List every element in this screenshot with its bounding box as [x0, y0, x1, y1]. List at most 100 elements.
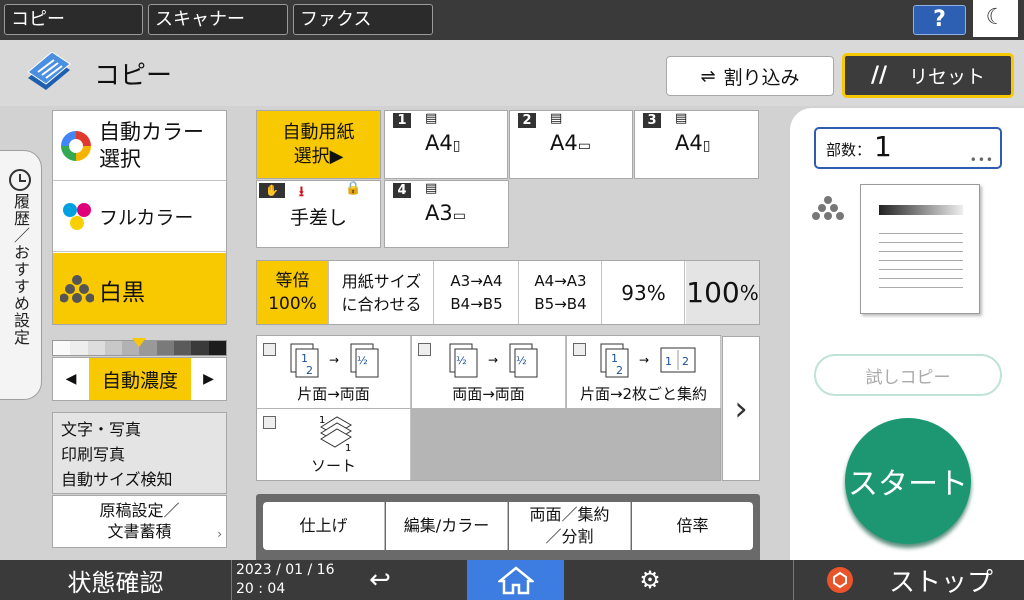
- svg-text:2: 2: [616, 364, 623, 377]
- black-white-button[interactable]: 白黒: [53, 253, 226, 324]
- full-color-button[interactable]: フルカラー: [53, 182, 226, 252]
- density-decrease-button[interactable]: ◀: [53, 358, 89, 400]
- paper-tray-2[interactable]: 2 ▤ A4▭: [509, 110, 633, 179]
- duplex-combine-tab[interactable]: 両面／集約／分割: [509, 502, 631, 550]
- more-icon: •••: [969, 153, 994, 167]
- checkbox[interactable]: [263, 416, 276, 429]
- bypass-tray-button[interactable]: ✋ ⭳ 🔒 手差し: [256, 180, 381, 248]
- copies-value: 1: [874, 130, 892, 163]
- status-check-button[interactable]: 状態確認: [0, 560, 232, 600]
- paper-tray-1[interactable]: 1 ▤ A4▯: [384, 110, 508, 179]
- checkbox[interactable]: [418, 343, 431, 356]
- mode-1to2-sided[interactable]: 12 → ½ 片面→両面: [257, 336, 411, 408]
- ratio-100-button[interactable]: 等倍 100%: [257, 261, 329, 324]
- auto-density-button[interactable]: 自動濃度: [89, 358, 191, 400]
- history-tab-label: 履歴／おすすめ設定: [11, 193, 30, 346]
- back-button[interactable]: ↩: [345, 560, 415, 600]
- original-type-printed-photo: 印刷写真: [61, 445, 126, 464]
- interrupt-label: 割り込み: [723, 66, 800, 89]
- ratio-93-button[interactable]: 93%: [603, 261, 685, 324]
- black-white-icon: [60, 275, 94, 303]
- auto-color-button[interactable]: 自動カラー 選択: [53, 111, 226, 181]
- interrupt-button[interactable]: ⇌ 割り込み: [666, 56, 834, 96]
- paper-tray-4[interactable]: 4 ▤ A3▭: [384, 180, 509, 248]
- home-button[interactable]: [467, 560, 564, 600]
- help-button[interactable]: ?: [913, 5, 966, 35]
- chevron-right-icon: ›: [734, 388, 748, 429]
- tab-copy[interactable]: コピー: [4, 4, 143, 35]
- chevron-right-icon: ›: [217, 527, 222, 541]
- mode-2to2-sided[interactable]: ½ → ½ 両面→両面: [412, 336, 566, 408]
- auto-color-label-line1: 自動カラー: [99, 120, 204, 144]
- reduce-preset-line2: B4→B5: [450, 294, 503, 313]
- mode-label: ソート: [310, 457, 356, 475]
- original-settings-button[interactable]: 原稿設定／ 文書蓄積 ›: [52, 495, 227, 548]
- checkbox[interactable]: [263, 343, 276, 356]
- history-tab[interactable]: 履歴／おすすめ設定: [0, 150, 42, 400]
- mode-combine-2[interactable]: 12 → 12 片面→2枚ごと集約: [567, 336, 721, 408]
- original-type-auto-size: 自動サイズ検知: [61, 470, 173, 489]
- svg-text:2: 2: [682, 355, 689, 368]
- settings-button[interactable]: ⚙: [615, 560, 685, 600]
- fit-paper-button[interactable]: 用紙サイズ に合わせる: [330, 261, 434, 324]
- date-text: 2023 / 01 / 16: [236, 562, 335, 578]
- finishing-tab[interactable]: 仕上げ: [263, 502, 385, 550]
- density-increase-button[interactable]: ▶: [191, 358, 226, 400]
- ratio-tab[interactable]: 倍率: [632, 502, 753, 550]
- arrow-down-icon: ⭳: [299, 184, 304, 200]
- svg-text:→: →: [639, 353, 649, 367]
- full-color-label: フルカラー: [99, 207, 194, 229]
- two-to-two-sided-icon: ½ → ½: [449, 343, 538, 378]
- tray-icon: ▤: [675, 111, 688, 126]
- tray-icon: ▤: [425, 181, 438, 196]
- checkbox[interactable]: [573, 343, 586, 356]
- hand-icon: ✋: [259, 183, 285, 198]
- stop-label: ストップ: [888, 567, 993, 598]
- ratio-display[interactable]: 100%: [686, 261, 759, 324]
- stop-button[interactable]: ストップ: [793, 560, 1024, 600]
- mode-sort[interactable]: 11 ソート: [257, 409, 411, 480]
- datetime: 2023 / 01 / 16 20 : 04: [236, 561, 335, 599]
- back-arrow-icon: ↩: [369, 565, 391, 595]
- auto-paper-button[interactable]: 自動用紙 選択▶: [256, 110, 381, 179]
- tray-icon: ▤: [425, 111, 438, 126]
- tab-fax[interactable]: ファクス: [293, 4, 433, 35]
- modes-next-button[interactable]: ›: [722, 336, 760, 481]
- paper-tray-3[interactable]: 3 ▤ A4▯: [634, 110, 759, 179]
- reset-label: リセット: [909, 66, 986, 88]
- ratio-unit: %: [739, 280, 759, 305]
- tray-number: 4: [393, 183, 411, 198]
- original-settings-line2: 文書蓄積: [107, 522, 172, 541]
- reduce-preset-button[interactable]: A3→A4 B4→B5: [435, 261, 519, 324]
- enlarge-preset-line1: A4→A3: [534, 271, 587, 290]
- reset-button[interactable]: // リセット: [842, 53, 1014, 98]
- trial-copy-button[interactable]: 試しコピー: [814, 354, 1002, 396]
- svg-text:½: ½: [516, 354, 527, 367]
- energy-saver-button[interactable]: ☾: [973, 0, 1018, 37]
- ratio-100-line2: 100%: [268, 293, 317, 314]
- tray-size: A4▯: [675, 131, 710, 155]
- tray-size-text: A4: [425, 131, 453, 155]
- edit-color-tab[interactable]: 編集/カラー: [386, 502, 508, 550]
- tab-scanner[interactable]: スキャナー: [148, 4, 288, 35]
- page-title: コピー: [94, 61, 173, 91]
- auto-paper-line2: 選択▶: [293, 146, 344, 167]
- original-type-button[interactable]: 文字・写真 印刷写真 自動サイズ検知: [52, 412, 227, 494]
- ratio-100-line1: 等倍: [275, 270, 310, 291]
- mode-label: 両面→両面: [452, 385, 525, 403]
- combine-two-icon: 12 → 12: [600, 343, 696, 378]
- tray-size-text: A4: [675, 131, 703, 155]
- landscape-paper-icon: ▭: [577, 138, 591, 154]
- ratio-value: 100: [686, 276, 740, 309]
- tray-number: 1: [393, 113, 411, 128]
- start-button[interactable]: スタート: [845, 418, 971, 544]
- tray-size: A4▯: [425, 131, 460, 155]
- tray-size-text: A4: [550, 131, 578, 155]
- svg-text:½: ½: [456, 354, 467, 367]
- black-white-label: 白黒: [99, 280, 145, 306]
- enlarge-preset-button[interactable]: A4→A3 B5→B4: [520, 261, 602, 324]
- lock-icon: 🔒: [345, 181, 362, 196]
- moon-icon: ☾: [985, 5, 1006, 30]
- bypass-label: 手差し: [289, 207, 347, 229]
- copies-field[interactable]: 部数： 1 •••: [814, 127, 1002, 169]
